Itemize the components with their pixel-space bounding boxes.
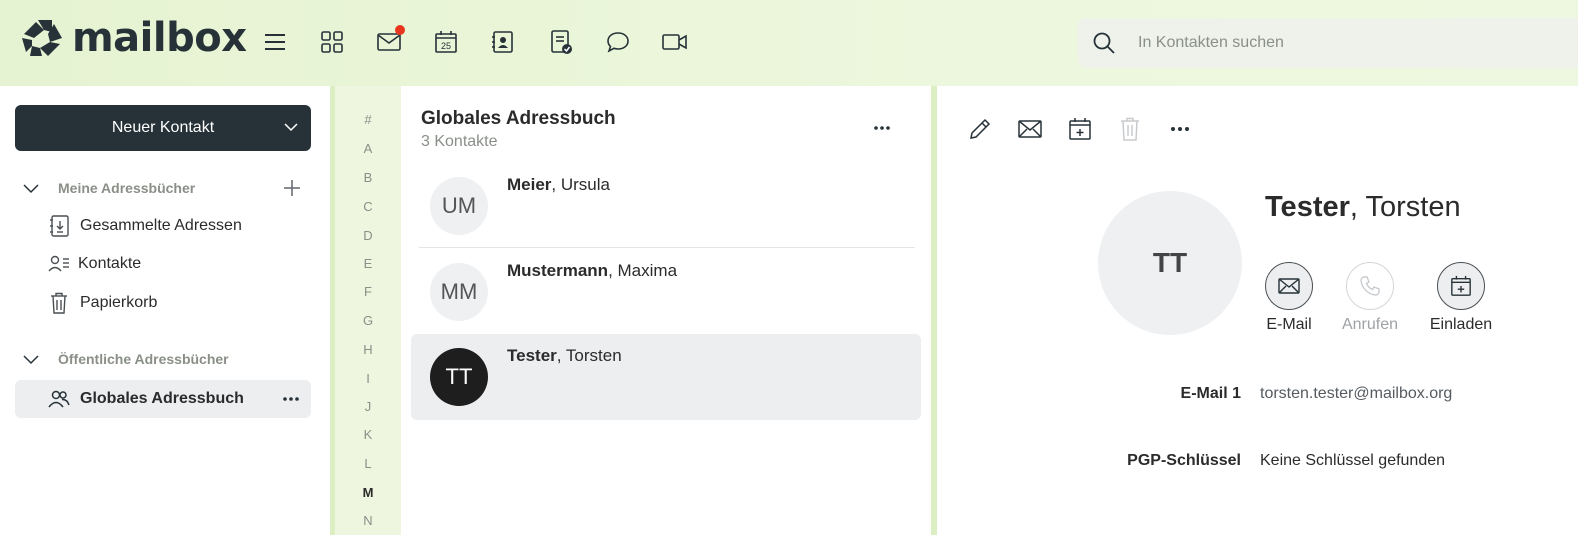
contact-full-name: Tester, Torsten — [1265, 191, 1461, 223]
search-icon[interactable] — [1092, 31, 1116, 55]
chevron-down-icon[interactable] — [22, 182, 44, 194]
new-contact-button[interactable]: Neuer Kontakt — [15, 105, 311, 151]
invite-action[interactable]: Einladen — [1416, 262, 1506, 334]
sidebar-item-global-addressbook[interactable]: Globales Adressbuch — [15, 380, 311, 418]
avatar: TT — [1098, 191, 1242, 335]
call-action: Anrufen — [1325, 262, 1415, 334]
calendar-add-icon[interactable] — [1067, 116, 1093, 142]
invite-action-label: Einladen — [1429, 316, 1493, 333]
group-icon — [48, 387, 70, 411]
field-label-email: E-Mail 1 — [1180, 385, 1241, 402]
list-title: Globales Adressbuch — [421, 108, 616, 129]
call-action-label: Anrufen — [1341, 316, 1399, 333]
contact-name: Meier, Ursula — [507, 175, 610, 194]
email-button[interactable] — [1265, 262, 1313, 310]
more-icon[interactable] — [1167, 116, 1193, 142]
alpha-letter[interactable]: K — [335, 427, 401, 442]
mailbox-logo[interactable]: mailbox — [20, 14, 247, 62]
video-icon[interactable] — [661, 28, 689, 56]
add-addressbook-button[interactable] — [280, 176, 304, 200]
edit-icon[interactable] — [967, 116, 993, 142]
more-icon[interactable] — [283, 389, 299, 409]
alpha-letter[interactable]: H — [335, 342, 401, 357]
contact-row[interactable]: MM Mustermann, Maxima — [411, 249, 921, 335]
trash-icon — [48, 291, 70, 315]
more-icon[interactable] — [874, 118, 890, 138]
sidebar-item-label: Globales Adressbuch — [80, 390, 244, 407]
collected-addresses-icon — [48, 214, 70, 238]
email-icon — [1278, 278, 1300, 294]
chevron-down-icon[interactable] — [22, 353, 44, 365]
alpha-letter[interactable]: G — [335, 313, 401, 328]
sidebar-item-contacts[interactable]: Kontakte — [15, 245, 311, 283]
avatar: UM — [430, 177, 488, 235]
alpha-letter-active[interactable]: M — [335, 485, 401, 500]
sidebar-item-trash[interactable]: Papierkorb — [15, 284, 311, 322]
pgp-value: Keine Schlüssel gefunden — [1260, 452, 1446, 469]
plus-icon — [284, 180, 300, 196]
alpha-letter[interactable]: F — [335, 284, 401, 299]
unread-badge — [395, 25, 405, 35]
alpha-letter[interactable]: L — [335, 456, 401, 471]
alpha-letter[interactable]: D — [335, 228, 401, 243]
search-bar — [1078, 18, 1578, 68]
invite-button[interactable] — [1437, 262, 1485, 310]
sidebar-item-label: Kontakte — [78, 255, 142, 272]
contacts-icon[interactable] — [489, 28, 517, 56]
calendar-add-icon — [1451, 275, 1471, 296]
phone-icon — [1360, 276, 1380, 296]
my-addressbooks-label: Meine Adressbücher — [58, 180, 196, 196]
mailbox-logo-icon — [22, 20, 62, 56]
alpha-letter[interactable]: E — [335, 256, 401, 271]
alpha-letter[interactable]: N — [335, 513, 401, 528]
contacts-list-icon — [48, 252, 70, 276]
contact-row-selected[interactable]: TT Tester, Torsten — [411, 334, 921, 420]
new-contact-label: Neuer Kontakt — [111, 119, 215, 136]
email-action[interactable]: E-Mail — [1244, 262, 1334, 334]
call-button — [1346, 262, 1394, 310]
contact-detail-panel: TT Tester, Torsten E-Mail Anrufen Einlad… — [937, 86, 1578, 535]
brand-name: mailbox — [72, 15, 247, 61]
alpha-letter[interactable]: A — [335, 141, 401, 156]
alpha-letter[interactable]: J — [335, 399, 401, 414]
chat-icon[interactable] — [604, 28, 632, 56]
menu-icon[interactable] — [261, 28, 289, 56]
contact-name: Tester, Torsten — [507, 346, 622, 365]
avatar: MM — [430, 263, 488, 321]
email-action-label: E-Mail — [1266, 316, 1312, 333]
sidebar: Neuer Kontakt Meine Adressbücher Gesamme… — [0, 86, 330, 535]
contact-count: 3 Kontakte — [421, 133, 498, 150]
alpha-letter[interactable]: B — [335, 170, 401, 185]
tasks-icon[interactable] — [547, 28, 575, 56]
calendar-day: 25 — [441, 41, 451, 51]
alpha-letter[interactable]: C — [335, 199, 401, 214]
field-label-pgp: PGP-Schlüssel — [1127, 452, 1241, 469]
divider — [419, 247, 915, 248]
chevron-down-icon[interactable] — [283, 119, 299, 135]
contact-list-panel: Globales Adressbuch 3 Kontakte UM Meier,… — [401, 86, 931, 535]
trash-icon — [1117, 116, 1143, 142]
alphabet-index: # A B C D E F G H I J K L M N — [335, 86, 401, 535]
contact-row[interactable]: UM Meier, Ursula — [411, 163, 921, 249]
email-link[interactable]: torsten.tester@mailbox.org — [1260, 385, 1452, 403]
email-icon[interactable] — [1017, 116, 1043, 142]
avatar: TT — [430, 348, 488, 406]
top-bar: mailbox 25 — [0, 0, 1578, 86]
alpha-letter[interactable]: I — [335, 371, 401, 386]
search-input[interactable] — [1138, 28, 1568, 58]
calendar-icon[interactable]: 25 — [432, 28, 460, 56]
apps-icon[interactable] — [318, 28, 346, 56]
sidebar-item-label: Gesammelte Adressen — [80, 217, 242, 234]
public-addressbooks-heading[interactable]: Öffentliche Adressbücher — [22, 347, 229, 371]
contact-name: Mustermann, Maxima — [507, 261, 678, 280]
mail-icon[interactable] — [375, 25, 405, 56]
sidebar-item-label: Papierkorb — [80, 294, 158, 311]
public-addressbooks-label: Öffentliche Adressbücher — [58, 351, 229, 367]
alpha-letter[interactable]: # — [335, 112, 401, 127]
sidebar-item-collected-addresses[interactable]: Gesammelte Adressen — [15, 207, 311, 245]
my-addressbooks-heading[interactable]: Meine Adressbücher — [22, 176, 195, 200]
